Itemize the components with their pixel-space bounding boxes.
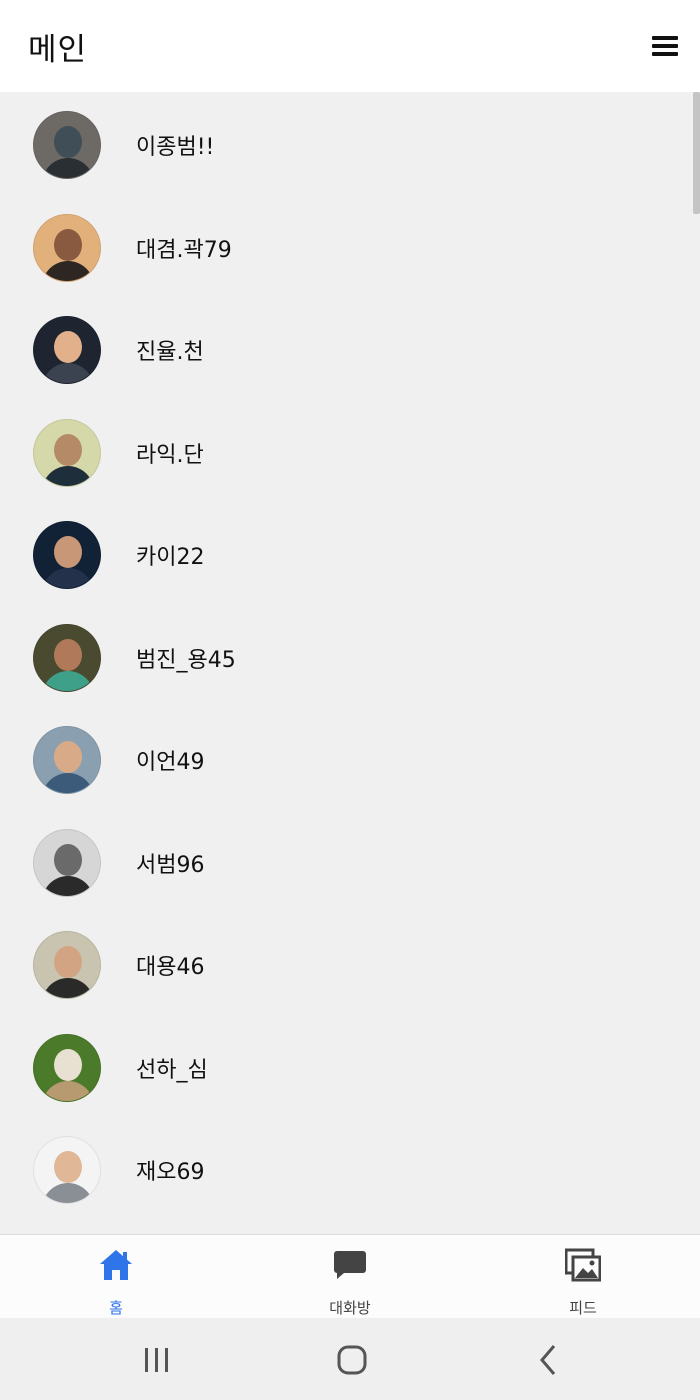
- system-navigation-bar: [0, 1318, 700, 1400]
- tab-chat-label: 대화방: [329, 1299, 371, 1317]
- avatar-bw-bearded: [33, 828, 101, 897]
- friend-list-item[interactable]: 선하_심: [0, 1017, 690, 1119]
- avatar-laptop: [33, 111, 101, 179]
- friend-list-item[interactable]: 라익.단: [0, 402, 690, 504]
- friend-name: 이종범!!: [136, 135, 215, 160]
- friend-name: 재오69: [136, 1160, 205, 1185]
- friend-list-item[interactable]: 이종범!!: [0, 94, 690, 196]
- home-icon: [100, 1250, 132, 1280]
- friend-list-item[interactable]: 이언49: [0, 709, 690, 811]
- page-title: 메인: [28, 31, 88, 68]
- friend-name: 선하_심: [136, 1057, 208, 1083]
- tab-home[interactable]: 홈: [36, 1235, 196, 1319]
- app-header: 메인: [0, 0, 700, 92]
- hamburger-menu-icon[interactable]: [652, 36, 678, 56]
- avatar-cat: [33, 1033, 101, 1102]
- avatar-blond-man: [33, 316, 101, 384]
- bottom-tab-bar: 홈 대화방 피드: [0, 1234, 700, 1318]
- gallery-icon: [565, 1248, 601, 1282]
- avatar-beanie: [33, 931, 101, 999]
- friend-list-item[interactable]: 대겸.곽79: [0, 197, 690, 299]
- friend-name: 진율.천: [136, 340, 204, 365]
- friend-list-item[interactable]: 진율.천: [0, 299, 690, 401]
- friend-name: 라익.단: [136, 442, 204, 468]
- friend-name: 카이22: [136, 545, 205, 570]
- back-icon[interactable]: [528, 1342, 568, 1378]
- friend-name: 대겸.곽79: [136, 237, 232, 263]
- friend-name: 이언49: [136, 750, 205, 775]
- tab-home-label: 홈: [109, 1299, 123, 1317]
- avatar-smiling-man: [33, 521, 101, 589]
- tab-feed-label: 피드: [569, 1299, 597, 1317]
- avatar-woman-glasses: [33, 623, 101, 692]
- friend-list[interactable]: 이종범!! 대겸.곽79 진율.천라익.단카이22 범진_용45 이언49 서범96 대용4…: [0, 92, 700, 1234]
- tab-feed[interactable]: 피드: [503, 1235, 663, 1319]
- friend-name: 대용46: [136, 955, 205, 980]
- recent-apps-icon[interactable]: [136, 1342, 176, 1378]
- friend-name: 서범96: [136, 852, 205, 878]
- friend-list-item[interactable]: 범진_용45: [0, 607, 690, 709]
- friend-list-item[interactable]: 서범96: [0, 812, 690, 914]
- avatar-woman-sunset: [33, 213, 101, 282]
- chat-icon: [334, 1251, 366, 1279]
- friend-list-item[interactable]: 재오69: [0, 1119, 690, 1221]
- friend-list-item[interactable]: 대용46: [0, 914, 690, 1016]
- tab-chat[interactable]: 대화방: [270, 1235, 430, 1319]
- friend-list-item[interactable]: 카이22: [0, 504, 690, 606]
- avatar-man-cap: [33, 418, 101, 487]
- avatar-man-white-bg: [33, 1136, 101, 1204]
- avatar-man-glasses: [33, 726, 101, 794]
- scrollbar[interactable]: [693, 92, 700, 214]
- home-circle-icon[interactable]: [332, 1342, 372, 1378]
- friend-name: 범진_용45: [136, 647, 236, 673]
